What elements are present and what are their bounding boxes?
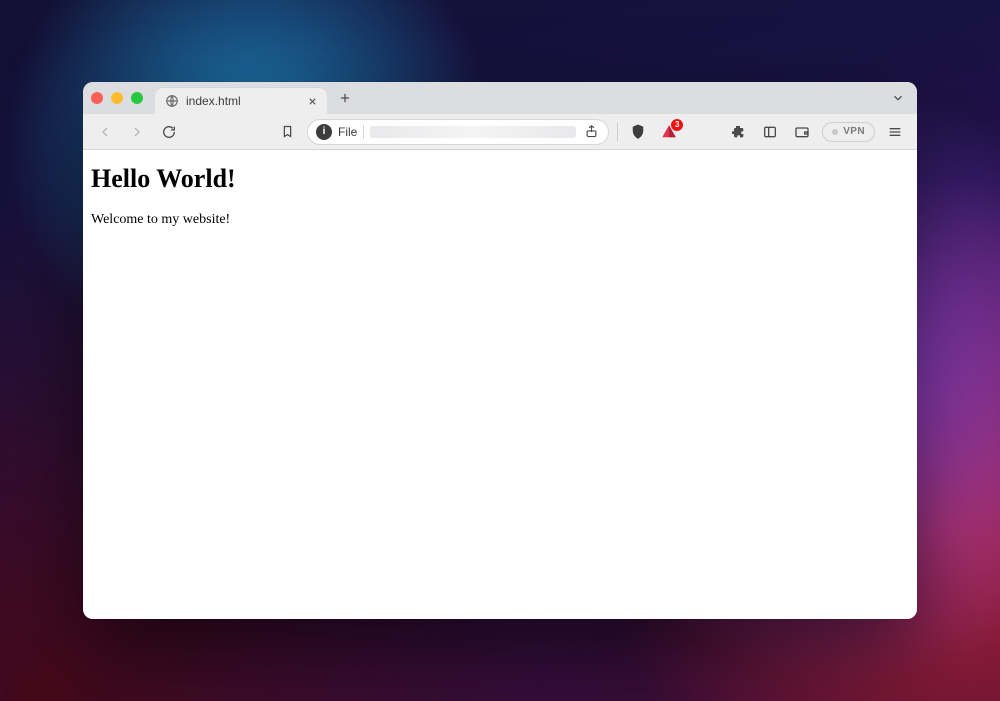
back-button[interactable] [93, 120, 117, 144]
page-paragraph: Welcome to my website! [91, 212, 909, 228]
address-separator [363, 125, 364, 139]
globe-icon [165, 94, 179, 108]
tab-close-button[interactable] [305, 94, 319, 108]
new-tab-button[interactable] [333, 86, 357, 110]
extensions-button[interactable] [726, 120, 750, 144]
rewards-badge-count: 3 [671, 119, 683, 131]
browser-window: index.html [83, 82, 917, 619]
tab-overflow-button[interactable] [887, 87, 909, 109]
vpn-status-dot [832, 129, 838, 135]
page-heading: Hello World! [91, 164, 909, 194]
forward-button[interactable] [125, 120, 149, 144]
site-info-icon[interactable]: i [316, 124, 332, 140]
tab-strip: index.html [83, 82, 917, 114]
brave-rewards-button[interactable]: 3 [658, 121, 680, 143]
bookmark-button[interactable] [275, 120, 299, 144]
sidebar-toggle-button[interactable] [758, 120, 782, 144]
vpn-label: VPN [843, 126, 865, 137]
tab-title: index.html [186, 94, 298, 108]
window-controls [91, 92, 143, 104]
window-zoom-button[interactable] [131, 92, 143, 104]
window-close-button[interactable] [91, 92, 103, 104]
page-viewport: Hello World! Welcome to my website! [83, 150, 917, 619]
vpn-button[interactable]: VPN [822, 122, 875, 142]
brave-shields-button[interactable] [626, 120, 650, 144]
url-scheme-label: File [338, 125, 357, 139]
browser-tab-active[interactable]: index.html [155, 88, 327, 114]
app-menu-button[interactable] [883, 120, 907, 144]
share-icon[interactable] [582, 123, 600, 141]
toolbar-divider [617, 123, 618, 141]
window-minimize-button[interactable] [111, 92, 123, 104]
address-bar[interactable]: i File [307, 119, 609, 145]
url-path-blurred [370, 126, 576, 138]
wallet-button[interactable] [790, 120, 814, 144]
toolbar: i File 3 [83, 114, 917, 150]
reload-button[interactable] [157, 120, 181, 144]
desktop-wallpaper: index.html [0, 0, 1000, 701]
